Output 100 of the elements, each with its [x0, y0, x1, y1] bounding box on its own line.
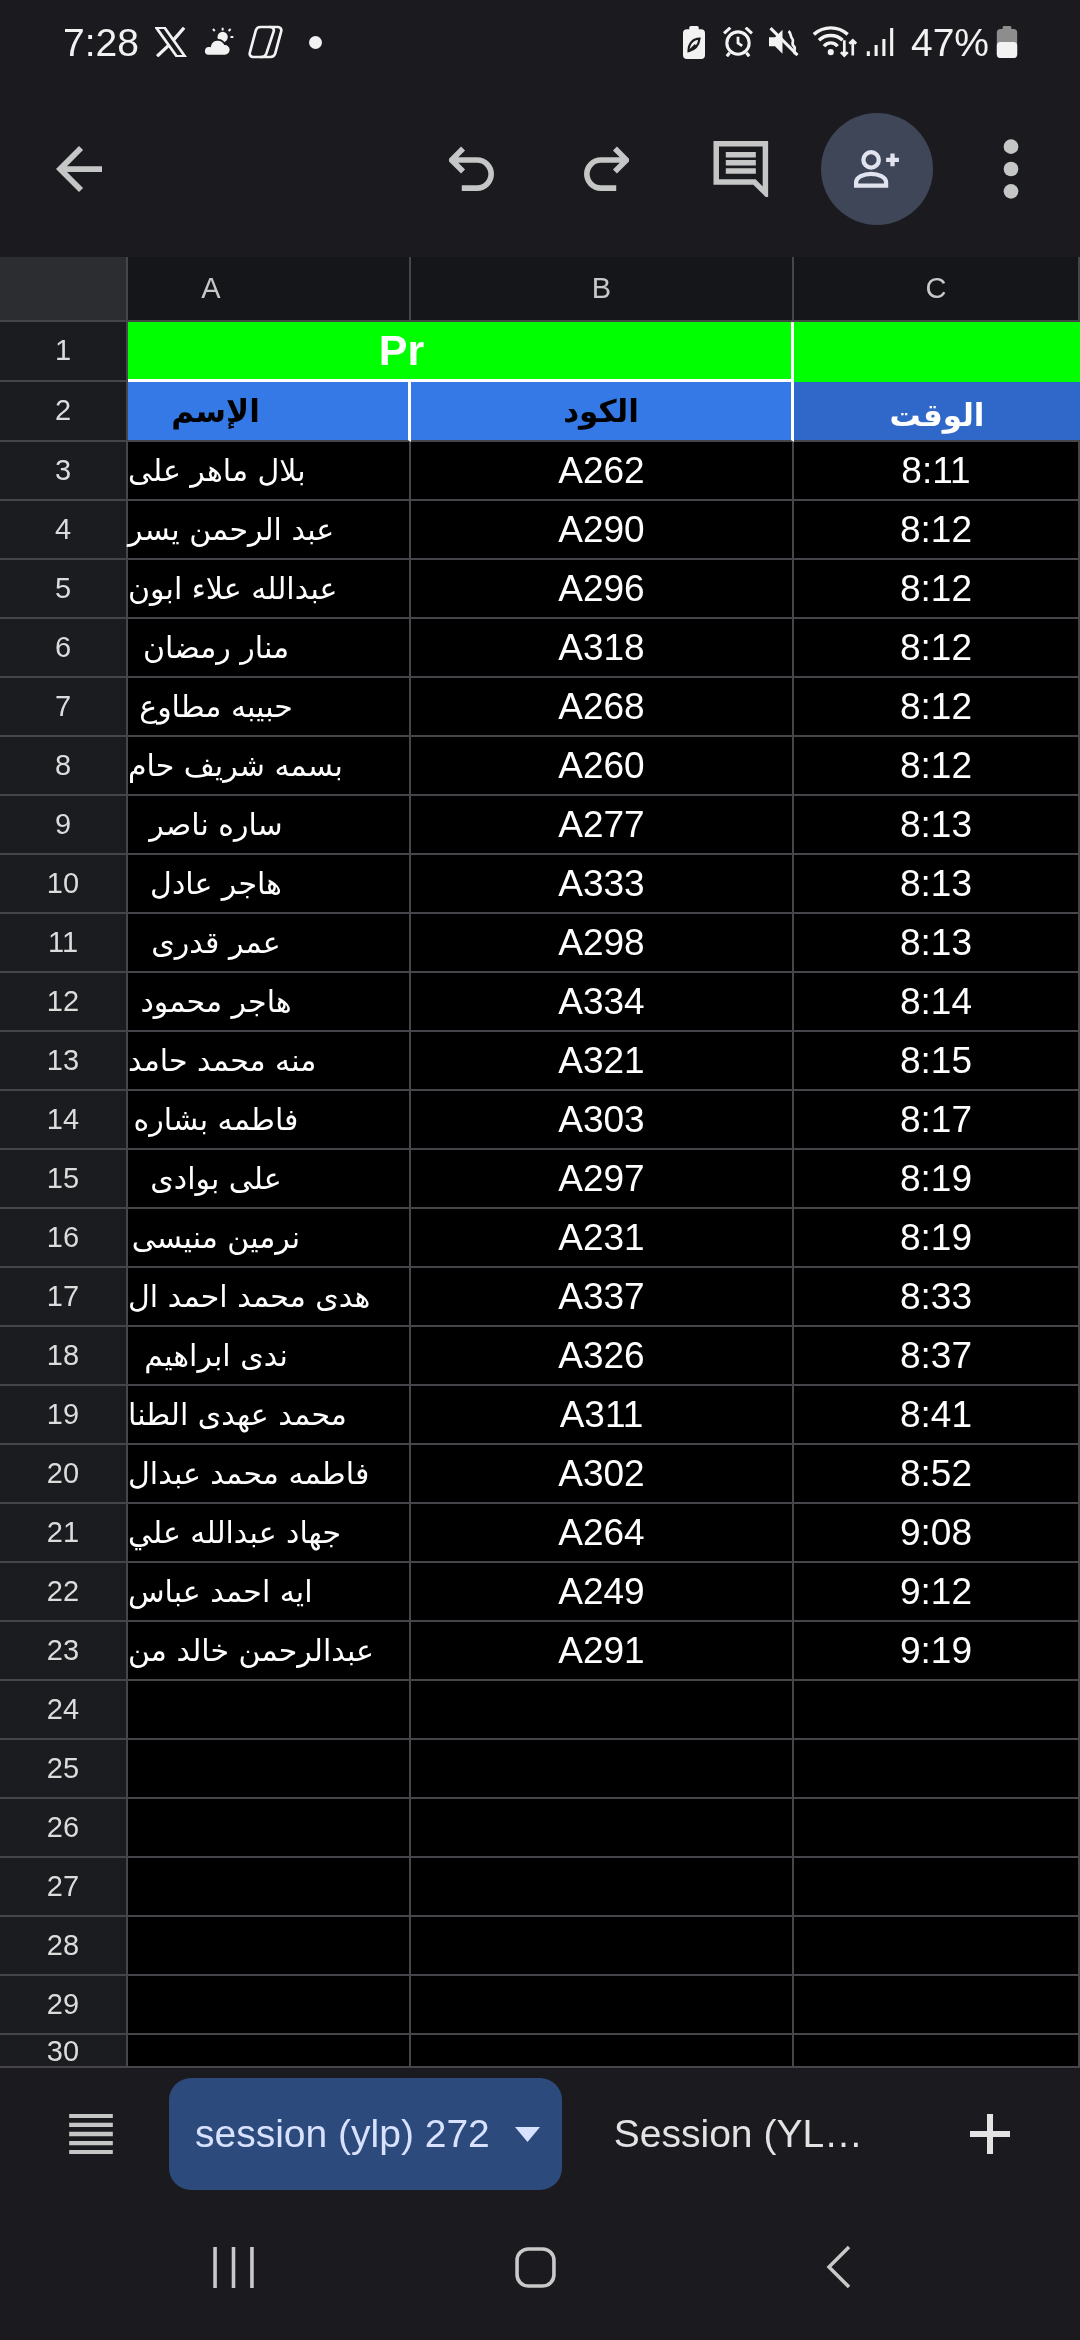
column-header[interactable]: A: [128, 257, 411, 322]
home-icon[interactable]: [515, 2246, 556, 2288]
row-number[interactable]: 6: [0, 619, 128, 678]
name-text: منار رمضان: [143, 632, 289, 663]
row-number[interactable]: 30: [0, 2035, 128, 2068]
redo-icon[interactable]: [583, 145, 629, 192]
undo-icon[interactable]: [449, 145, 495, 192]
row-number[interactable]: 17: [0, 1268, 128, 1327]
name-text: بسمه شريف حام: [128, 750, 343, 781]
row-number[interactable]: 20: [0, 1445, 128, 1504]
code-text: A249: [558, 1573, 645, 1610]
time-text: 8:14: [900, 983, 972, 1020]
code-text: A296: [558, 570, 645, 607]
code-text: A277: [558, 806, 645, 843]
row-number[interactable]: 1: [0, 322, 128, 382]
time-text: 8:12: [900, 511, 972, 548]
caret-down-icon[interactable]: [513, 2126, 541, 2142]
row-number[interactable]: 25: [0, 1740, 128, 1799]
code-text: A326: [558, 1337, 645, 1374]
row-number[interactable]: 24: [0, 1681, 128, 1740]
comment-icon[interactable]: [713, 140, 770, 197]
time-text: 8:19: [900, 1219, 972, 1256]
person-add-icon: [854, 148, 900, 189]
row-number[interactable]: 3: [0, 442, 128, 501]
name-text: ساره ناصر: [149, 809, 283, 840]
code-text: A231: [558, 1219, 645, 1256]
row-number[interactable]: 26: [0, 1799, 128, 1858]
row-number[interactable]: 18: [0, 1327, 128, 1386]
code-text: A264: [558, 1514, 645, 1551]
recent-apps-icon[interactable]: [213, 2246, 254, 2288]
header-cell: الإسم: [128, 382, 411, 442]
name-text: نرمين منيسى: [131, 1222, 301, 1253]
time-text: 8:19: [900, 1160, 972, 1197]
time-text: 8:13: [900, 865, 972, 902]
name-text: عبدالله علاء ابون: [128, 573, 338, 604]
row-number[interactable]: 11: [0, 914, 128, 973]
code-text: A302: [558, 1455, 645, 1492]
name-text: على بوادى: [150, 1163, 282, 1194]
time-text: 8:13: [900, 924, 972, 961]
time-text: 9:12: [900, 1573, 972, 1610]
code-text: A260: [558, 747, 645, 784]
code-text: A262: [558, 452, 645, 489]
sheet-tab[interactable]: session (ylp) 272: [169, 2078, 562, 2190]
time-text: 8:33: [900, 1278, 972, 1315]
dot-icon: [308, 35, 322, 49]
time-text: 8:12: [900, 747, 972, 784]
code-text: A321: [558, 1042, 645, 1079]
name-text: منه محمد حامد: [128, 1045, 317, 1076]
plus-icon[interactable]: [970, 2114, 1010, 2154]
time-text: 9:19: [900, 1632, 972, 1669]
row-number[interactable]: 10: [0, 855, 128, 914]
column-header[interactable]: C: [794, 257, 1080, 322]
code-text: A318: [558, 629, 645, 666]
row-number[interactable]: 21: [0, 1504, 128, 1563]
back-arrow-icon[interactable]: [56, 145, 102, 192]
row-number[interactable]: 29: [0, 1976, 128, 2035]
row-number[interactable]: 27: [0, 1858, 128, 1917]
x-mark-icon: [154, 27, 187, 57]
name-text: عمر قدرى: [151, 927, 281, 958]
name-text: فاطمه بشاره: [133, 1104, 299, 1135]
row-number[interactable]: 12: [0, 973, 128, 1032]
corner-cell[interactable]: [0, 257, 128, 322]
time-text: 9:08: [900, 1514, 972, 1551]
row-number[interactable]: 16: [0, 1209, 128, 1268]
code-text: A291: [558, 1632, 645, 1669]
row-number[interactable]: 15: [0, 1150, 128, 1209]
name-text: عبد الرحمن يسر: [128, 514, 335, 545]
name-text: عبدالرحمن خالد من: [128, 1635, 374, 1666]
code-text: A268: [558, 688, 645, 725]
time-text: 8:13: [900, 806, 972, 843]
back-chevron-icon[interactable]: [826, 2245, 852, 2289]
row-number[interactable]: 19: [0, 1386, 128, 1445]
code-text: A334: [558, 983, 645, 1020]
name-text: بلال ماهر على: [128, 455, 306, 486]
row-number[interactable]: 8: [0, 737, 128, 796]
status-time: 7:28: [63, 22, 139, 62]
row-number[interactable]: 13: [0, 1032, 128, 1091]
time-text: 8:12: [900, 629, 972, 666]
wifi-icon: [812, 26, 857, 58]
row-number[interactable]: 9: [0, 796, 128, 855]
code-text: A303: [558, 1101, 645, 1138]
row-number[interactable]: 22: [0, 1563, 128, 1622]
row-number[interactable]: 14: [0, 1091, 128, 1150]
time-text: 8:15: [900, 1042, 972, 1079]
code-text: A297: [558, 1160, 645, 1197]
sheet-tab[interactable]: Session (YL…: [587, 2078, 890, 2190]
time-text: 8:11: [901, 452, 971, 489]
column-header[interactable]: B: [411, 257, 794, 322]
row-number[interactable]: 28: [0, 1917, 128, 1976]
alarm-icon: [722, 27, 753, 57]
app-logo-icon: [247, 25, 283, 59]
row-number[interactable]: 23: [0, 1622, 128, 1681]
row-number[interactable]: 5: [0, 560, 128, 619]
signal-icon: [865, 27, 894, 57]
time-text: 8:17: [900, 1101, 972, 1138]
muted-speaker-icon: [768, 27, 799, 57]
time-text: 8:37: [900, 1337, 972, 1374]
row-number[interactable]: 7: [0, 678, 128, 737]
row-number[interactable]: 2: [0, 382, 128, 442]
code-text: A290: [558, 511, 645, 548]
